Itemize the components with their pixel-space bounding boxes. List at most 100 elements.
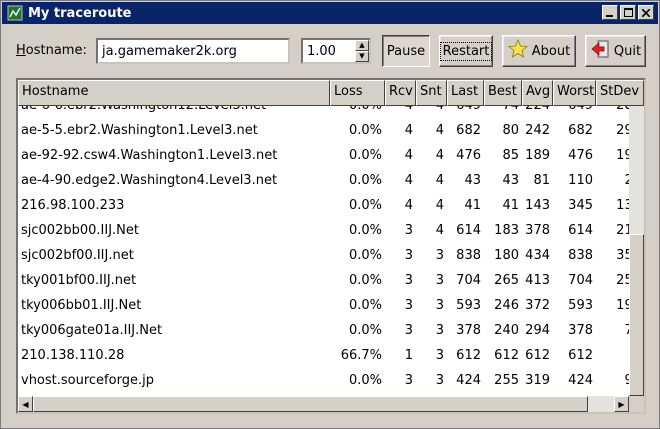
cell-avg: 434	[525, 248, 550, 263]
cell-last: 43	[464, 173, 481, 188]
star-icon	[507, 38, 532, 63]
cell-stdev: 191	[616, 148, 629, 163]
col-last[interactable]: Last	[447, 80, 484, 106]
vertical-scroll-thumb[interactable]	[629, 234, 644, 396]
quit-button[interactable]: Quit	[585, 35, 646, 67]
interval-input[interactable]	[305, 42, 355, 60]
cell-snt: 4	[416, 106, 447, 113]
cell-stdev: 294	[616, 123, 629, 138]
app-icon	[7, 5, 23, 21]
window-title: My traceroute	[28, 5, 132, 21]
cell-stdev: 218	[616, 223, 629, 238]
cell-snt: 4	[435, 173, 444, 188]
table-row[interactable]: 210.138.110.2866.7%136126126126120	[18, 343, 629, 368]
table-row[interactable]: sjc002bf00.IIJ.net 0.0% 3 3 838 180 434 838 354	[18, 243, 629, 268]
cell-avg: 372	[525, 298, 550, 313]
cell-snt: 4	[435, 148, 444, 163]
col-hostname[interactable]: Hostname	[18, 80, 330, 106]
cell-hostname: ae-92-92.csw4.Washington1.Level3.net	[21, 148, 278, 163]
cell-last: 838	[456, 248, 481, 263]
cell-best: 183	[494, 223, 519, 238]
title-bar[interactable]: My traceroute	[2, 2, 658, 24]
app-window: My traceroute Hostname: ▲ ▼ Pause Restar…	[0, 0, 660, 429]
hostname-input[interactable]	[96, 38, 290, 64]
cell-stdev: 251	[616, 273, 629, 288]
table-row[interactable]: ae-92-92.csw4.Washington1.Level3.net 0.0%…	[18, 143, 629, 168]
cell-best: 80	[502, 123, 519, 138]
cell-last: 424	[456, 373, 481, 388]
cell-last: 614	[456, 223, 481, 238]
cell-loss: 0.0%	[348, 223, 382, 238]
cell-best: 255	[494, 373, 519, 388]
cell-loss: 0.0%	[348, 323, 382, 338]
cell-snt: 4	[435, 123, 444, 138]
cell-stdev: 27	[596, 173, 629, 188]
table-row[interactable]: ae-6-6.ebr2.Washington12.Level3.net0.0%4…	[18, 106, 629, 118]
cell-best: 85	[502, 148, 519, 163]
cell-rcv: 4	[404, 173, 413, 188]
col-stdev[interactable]: StDev	[596, 80, 644, 106]
horizontal-scroll-thumb[interactable]	[33, 396, 588, 412]
cell-avg: 224	[522, 106, 553, 113]
pause-label: Pause	[386, 43, 426, 59]
table-row[interactable]: tky006gate01a.IIJ.Net0.0%333782402943787…	[18, 318, 629, 343]
close-button[interactable]	[638, 5, 654, 20]
cell-avg: 413	[525, 273, 550, 288]
vertical-scrollbar[interactable]	[629, 106, 644, 396]
cell-avg: 189	[525, 148, 550, 163]
cell-loss: 0.0%	[330, 106, 385, 113]
cell-rcv: 1	[404, 348, 413, 363]
minimize-button[interactable]	[602, 5, 618, 20]
table-header: Hostname Loss Rcv Snt Last Best Avg Wors…	[18, 80, 644, 106]
col-best[interactable]: Best	[484, 80, 522, 106]
pause-button[interactable]: Pause	[382, 35, 430, 67]
about-button[interactable]: About	[502, 35, 576, 67]
col-worst[interactable]: Worst	[553, 80, 596, 106]
table-row[interactable]: tky001bf00.IIJ.net 0.0% 3 3 704 265 413 704 251	[18, 268, 629, 293]
cell-stdev: 90	[596, 373, 629, 388]
spin-up-icon[interactable]: ▲	[355, 40, 369, 51]
table-row[interactable]: sjc002bb00.IIJ.Net 0.0% 3 4 614 183 378 614 218	[18, 218, 629, 243]
cell-hostname: ae-6-6.ebr2.Washington12.Level3.net	[18, 106, 330, 113]
cell-snt: 3	[435, 373, 444, 388]
table-row[interactable]: ae-4-90.edge2.Washington4.Level3.net 0.0%…	[18, 168, 629, 193]
cell-stdev: 191	[616, 298, 629, 313]
cell-stdev: 137	[616, 198, 629, 213]
table-row[interactable]: vhost.sourceforge.jp0.0%3342425531942490	[18, 368, 629, 393]
cell-hostname: sjc002bf00.IIJ.net	[21, 248, 134, 263]
cell-rcv: 4	[385, 106, 416, 113]
horizontal-scrollbar[interactable]: ◀ ▶	[18, 396, 644, 412]
cell-worst: 378	[568, 323, 593, 338]
table-row[interactable]: 216.98.100.233 0.0% 4 4 41 41 143 345 137	[18, 193, 629, 218]
scroll-right-icon[interactable]: ▶	[614, 396, 629, 412]
interval-spinbox[interactable]: ▲ ▼	[301, 38, 371, 64]
cell-last: 593	[456, 298, 481, 313]
restart-button[interactable]: Restart	[439, 35, 493, 67]
cell-snt: 3	[435, 323, 444, 338]
cell-avg: 319	[525, 373, 550, 388]
cell-worst: 593	[568, 298, 593, 313]
cell-avg: 242	[525, 123, 550, 138]
cell-hostname: tky001bf00.IIJ.net	[21, 273, 137, 288]
cell-rcv: 3	[404, 223, 413, 238]
cell-hostname: tky006bb01.IIJ.Net	[21, 298, 142, 313]
cell-snt: 3	[435, 298, 444, 313]
cell-worst: 612	[568, 348, 593, 363]
col-snt[interactable]: Snt	[416, 80, 447, 106]
scroll-left-icon[interactable]: ◀	[18, 396, 33, 412]
trace-table[interactable]: Hostname Loss Rcv Snt Last Best Avg Wors…	[16, 78, 646, 414]
col-loss[interactable]: Loss	[330, 80, 385, 106]
table-row[interactable]: tky006bb01.IIJ.Net 0.0% 3 3 593 246 372 593 191	[18, 293, 629, 318]
table-row[interactable]: ae-5-5.ebr2.Washington1.Level3.net 0.0% 4 4…	[18, 118, 629, 143]
col-avg[interactable]: Avg	[522, 80, 553, 106]
restart-label: Restart	[439, 41, 493, 61]
exit-icon	[590, 39, 614, 63]
cell-worst: 424	[568, 373, 593, 388]
cell-hostname: 216.98.100.233	[21, 198, 125, 213]
spin-down-icon[interactable]: ▼	[355, 51, 369, 62]
cell-last: 612	[456, 348, 481, 363]
cell-snt: 3	[435, 348, 444, 363]
cell-best: 180	[494, 248, 519, 263]
col-rcv[interactable]: Rcv	[385, 80, 416, 106]
maximize-button[interactable]	[620, 5, 636, 20]
